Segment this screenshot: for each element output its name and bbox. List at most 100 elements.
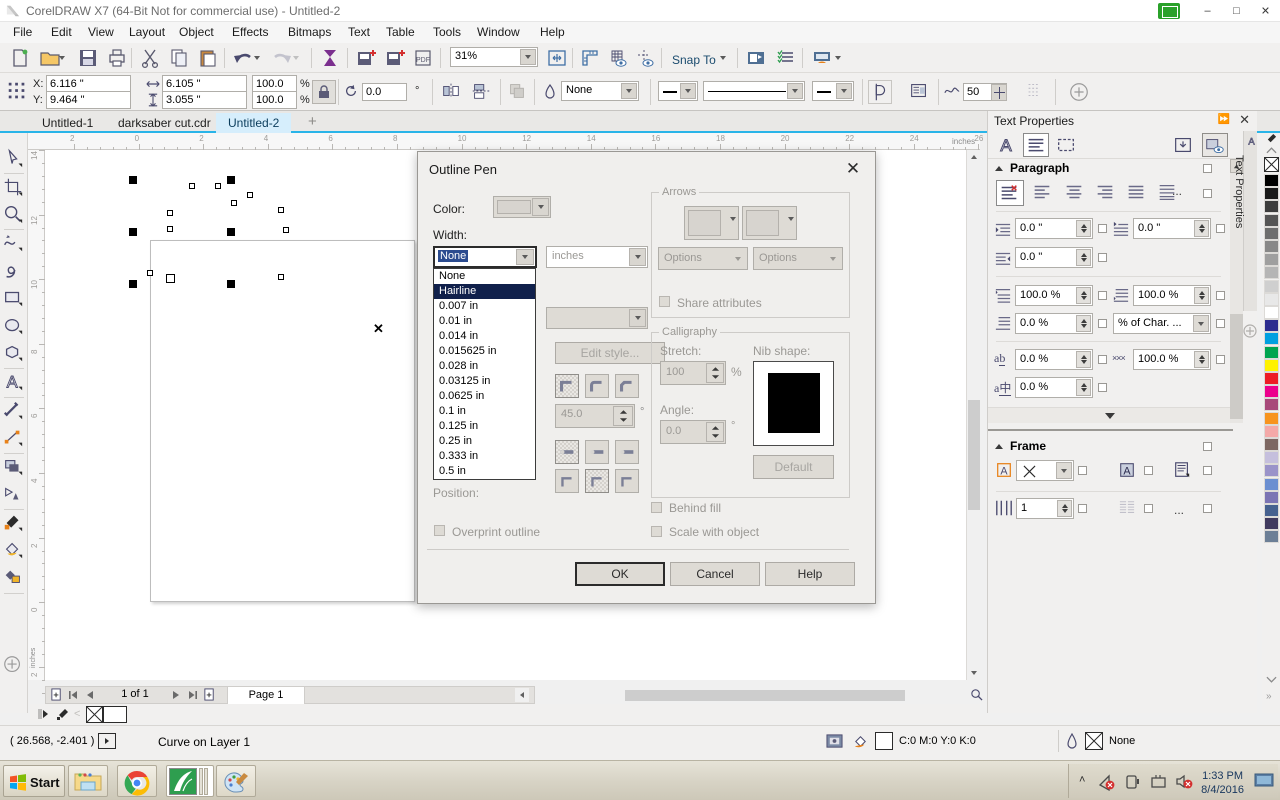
selection-handle[interactable] bbox=[227, 228, 235, 236]
import-corel-connect-button[interactable] bbox=[318, 46, 342, 70]
palette-swatch[interactable] bbox=[1264, 306, 1279, 319]
paragraph-expand-more-button[interactable] bbox=[988, 407, 1233, 423]
vertical-text-checkbox[interactable] bbox=[1144, 466, 1153, 475]
width-option-item[interactable]: 0.015625 in bbox=[434, 344, 535, 359]
ok-button[interactable]: OK bbox=[575, 562, 665, 586]
paste-button[interactable] bbox=[196, 46, 220, 70]
text-flow-checkbox[interactable] bbox=[1203, 466, 1212, 475]
vertical-ruler[interactable]: 14 12 10 8 6 4 2 0 2 bbox=[28, 150, 45, 720]
horizontal-scroll-thumb[interactable] bbox=[625, 690, 905, 701]
frame-type-combo[interactable] bbox=[1016, 460, 1074, 481]
new-document-button[interactable] bbox=[8, 46, 32, 70]
width-dropdown-arrow[interactable] bbox=[516, 249, 534, 265]
zoom-dropdown-arrow[interactable] bbox=[520, 49, 536, 65]
docker-close-button[interactable]: ✕ bbox=[1239, 112, 1250, 128]
curve-node[interactable] bbox=[147, 270, 153, 276]
position-centered-toggle[interactable] bbox=[585, 469, 609, 493]
selection-handle[interactable] bbox=[129, 176, 137, 184]
save-style-button[interactable] bbox=[1171, 133, 1197, 157]
tool-rectangle[interactable] bbox=[2, 287, 26, 311]
width-option-item[interactable]: 0.1 in bbox=[434, 404, 535, 419]
tool-text[interactable]: A bbox=[2, 371, 26, 395]
line-spacing-stepper[interactable] bbox=[1076, 315, 1091, 332]
outline-width-arrow[interactable] bbox=[621, 83, 637, 99]
menu-text[interactable]: Text bbox=[341, 25, 377, 41]
align-justify-button[interactable] bbox=[1125, 181, 1149, 205]
close-button[interactable]: ✕ bbox=[1251, 0, 1280, 22]
width-dropdown-list[interactable]: None Hairline 0.007 in 0.01 in 0.014 in 0.015… bbox=[433, 268, 536, 480]
add-more-icon[interactable] bbox=[1068, 81, 1090, 103]
align-center-button[interactable] bbox=[1063, 181, 1087, 205]
palette-swatch[interactable] bbox=[1264, 530, 1279, 544]
chevron-down-icon-wrap[interactable] bbox=[830, 257, 836, 261]
indent-first-stepper[interactable] bbox=[1194, 220, 1209, 237]
export-button[interactable] bbox=[383, 46, 407, 70]
line-style-combo[interactable] bbox=[703, 81, 805, 101]
language-spacing-spinner[interactable]: 0.0 % bbox=[1015, 377, 1093, 398]
palette-swatch[interactable] bbox=[1264, 464, 1279, 478]
space-before-checkbox[interactable] bbox=[1098, 291, 1107, 300]
width-option-item[interactable]: 0.014 in bbox=[434, 329, 535, 344]
curve-node[interactable] bbox=[231, 200, 237, 206]
tool-artistic-media[interactable] bbox=[2, 260, 26, 284]
curve-node[interactable] bbox=[167, 226, 173, 232]
word-spacing-checkbox[interactable] bbox=[1216, 355, 1225, 364]
coordinates-expand-button[interactable] bbox=[98, 733, 116, 749]
align-row-checkbox[interactable] bbox=[1203, 189, 1212, 198]
width-option-item[interactable]: 0.01 in bbox=[434, 314, 535, 329]
menu-bitmaps[interactable]: Bitmaps bbox=[281, 25, 338, 41]
palette-swatch[interactable] bbox=[1264, 411, 1279, 425]
tool-dimension[interactable] bbox=[2, 400, 26, 424]
start-arrow-combo[interactable] bbox=[658, 81, 698, 101]
columns-checkbox[interactable] bbox=[1078, 504, 1087, 513]
vertical-text-icon[interactable]: A bbox=[1118, 461, 1136, 479]
palette-expand-button[interactable]: » bbox=[1266, 691, 1272, 702]
nib-shape-preview[interactable] bbox=[753, 361, 834, 446]
fill-color-swatch[interactable] bbox=[103, 706, 127, 723]
doctab-darksaber-cut-cdr[interactable]: darksaber cut.cdr bbox=[106, 113, 223, 133]
palette-swatch[interactable] bbox=[1264, 240, 1279, 253]
edit-style-button[interactable]: Edit style... bbox=[555, 342, 665, 364]
curve-node[interactable] bbox=[278, 274, 284, 280]
taskbar-explorer-button[interactable] bbox=[68, 765, 108, 797]
no-fill-swatch[interactable] bbox=[86, 706, 103, 723]
spacing-units-arrow[interactable] bbox=[1193, 315, 1209, 332]
hscroll-left-button[interactable] bbox=[515, 688, 529, 702]
outline-pen-status-icon[interactable] bbox=[1066, 733, 1078, 750]
paragraph-expander[interactable] bbox=[994, 164, 1004, 177]
align-left-button[interactable] bbox=[1031, 181, 1055, 205]
behind-fill-checkbox[interactable] bbox=[651, 502, 662, 513]
show-grid-button[interactable] bbox=[607, 46, 631, 70]
corner-round-toggle[interactable] bbox=[585, 374, 609, 398]
color-dropdown-arrow[interactable] bbox=[532, 198, 549, 216]
outline-pen-icon[interactable] bbox=[544, 84, 556, 100]
add-page-end-icon[interactable] bbox=[203, 688, 216, 701]
indent-first-spinner[interactable]: 0.0 " bbox=[1133, 218, 1211, 239]
frame-tab[interactable] bbox=[1054, 133, 1080, 157]
start-arrow-arrow[interactable] bbox=[730, 217, 736, 221]
show-desktop-icon[interactable] bbox=[1254, 773, 1274, 789]
taskbar-coreldraw-button[interactable] bbox=[166, 765, 214, 797]
space-before-stepper[interactable] bbox=[1076, 287, 1091, 304]
dialog-close-button[interactable]: ✕ bbox=[841, 158, 865, 180]
power-icon[interactable] bbox=[1123, 772, 1142, 791]
undo-dropdown-button[interactable] bbox=[252, 46, 263, 70]
tool-freehand[interactable] bbox=[2, 232, 26, 256]
publish-to-pdf-button[interactable]: PDF bbox=[412, 46, 436, 70]
preview-toggle-button[interactable] bbox=[1202, 133, 1228, 157]
palette-swatch[interactable] bbox=[1264, 292, 1279, 306]
palette-swatch[interactable] bbox=[1264, 358, 1279, 372]
volume-muted-icon[interactable] bbox=[1175, 772, 1194, 791]
indent-right-stepper[interactable] bbox=[1076, 249, 1091, 266]
show-rulers-button[interactable] bbox=[578, 46, 602, 70]
scale-with-object-checkbox[interactable] bbox=[651, 526, 662, 537]
width-option-item[interactable]: 0.25 in bbox=[434, 434, 535, 449]
columns-stepper[interactable] bbox=[1057, 500, 1072, 517]
cap-butt-toggle[interactable] bbox=[555, 440, 579, 464]
tool-ellipse[interactable] bbox=[2, 315, 26, 339]
docker-side-tab[interactable]: A Text Properties bbox=[1233, 131, 1257, 311]
share-attributes-checkbox[interactable] bbox=[659, 296, 670, 307]
width-option-item[interactable]: Hairline bbox=[434, 284, 535, 299]
palette-swatch[interactable] bbox=[1264, 226, 1279, 240]
page-tab[interactable]: Page 1 bbox=[227, 686, 305, 704]
